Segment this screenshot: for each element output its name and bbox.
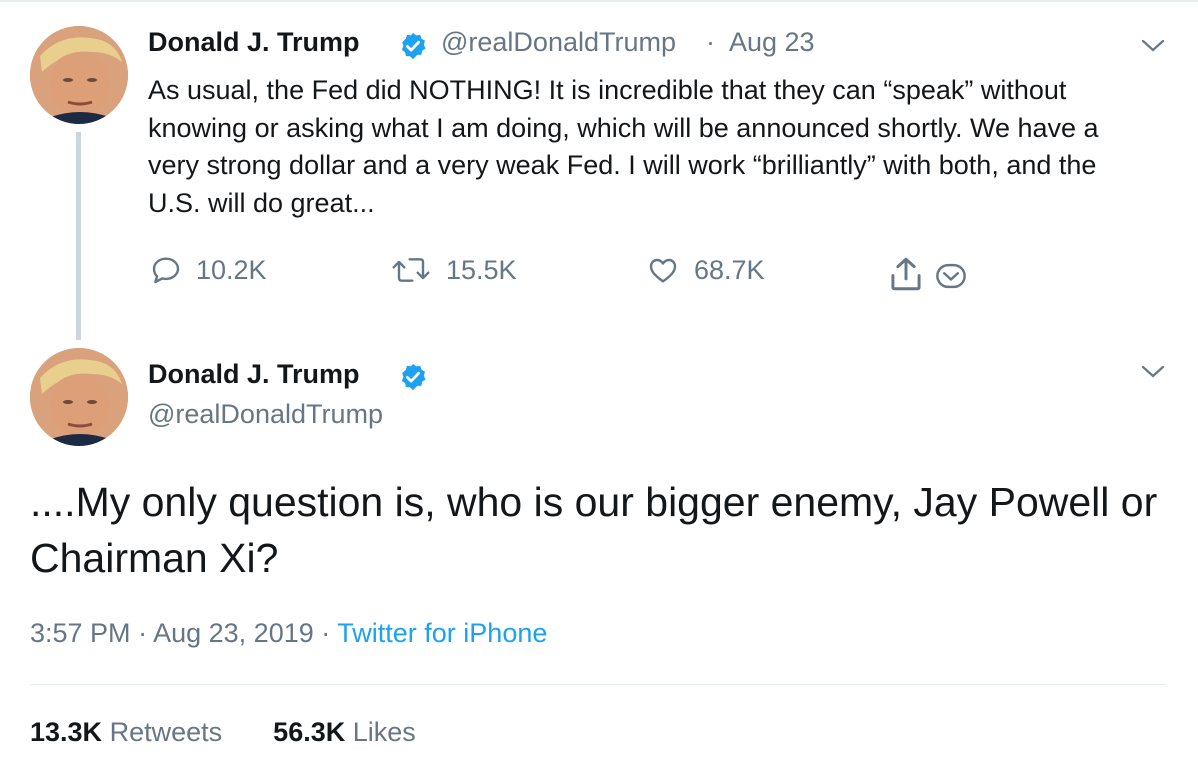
chevron-down-icon[interactable] — [1141, 38, 1165, 54]
retweets-label: Retweets — [109, 717, 223, 747]
reply-button[interactable]: 10.2K — [150, 254, 267, 286]
like-count: 68.7K — [694, 254, 765, 285]
author-name[interactable]: Donald J. Trump — [148, 359, 360, 390]
retweet-button[interactable]: 15.5K — [390, 254, 517, 286]
retweet-total: 13.3K — [30, 717, 103, 747]
tweet-source-link[interactable]: Twitter for iPhone — [337, 618, 547, 648]
author-handle[interactable]: @realDonaldTrump — [148, 399, 383, 430]
verified-badge-icon — [401, 32, 426, 60]
likes-stat[interactable]: 56.3K Likes — [273, 717, 416, 747]
chevron-down-icon[interactable] — [1141, 364, 1165, 380]
like-button[interactable]: 68.7K — [646, 254, 765, 286]
like-total: 56.3K — [273, 717, 346, 747]
retweet-icon — [392, 258, 430, 282]
retweet-count: 15.5K — [446, 254, 517, 285]
author-name[interactable]: Donald J. Trump — [148, 27, 360, 58]
engagement-stats: 13.3K Retweets 56.3K Likes — [30, 717, 416, 748]
avatar[interactable] — [30, 26, 128, 124]
tweet-date[interactable]: Aug 23, 2019 — [153, 618, 314, 648]
divider — [30, 684, 1166, 685]
tweet-text: As usual, the Fed did NOTHING! It is inc… — [148, 75, 1099, 218]
author-handle[interactable]: @realDonaldTrump — [441, 27, 676, 58]
retweets-stat[interactable]: 13.3K Retweets — [30, 717, 222, 747]
heart-icon — [649, 258, 677, 283]
tweet-metadata: 3:57 PM · Aug 23, 2019 · Twitter for iPh… — [30, 618, 547, 649]
separator-dot: · — [138, 618, 148, 648]
reply-icon — [152, 257, 180, 284]
tweet-text: ....My only question is, who is our bigg… — [30, 479, 1158, 581]
reply-count: 10.2K — [196, 254, 267, 285]
top-divider — [0, 0, 1198, 2]
thread-connector — [76, 132, 81, 340]
separator-dot: · — [706, 27, 715, 57]
share-icon[interactable] — [886, 256, 926, 292]
tweet-time[interactable]: 3:57 PM — [30, 618, 131, 648]
avatar[interactable] — [30, 348, 128, 446]
separator-dot: · — [321, 618, 331, 648]
verified-badge-icon — [401, 363, 426, 391]
tweet-date[interactable]: Aug 23 — [729, 27, 815, 58]
direct-message-icon[interactable] — [934, 261, 968, 291]
likes-label: Likes — [352, 717, 416, 747]
